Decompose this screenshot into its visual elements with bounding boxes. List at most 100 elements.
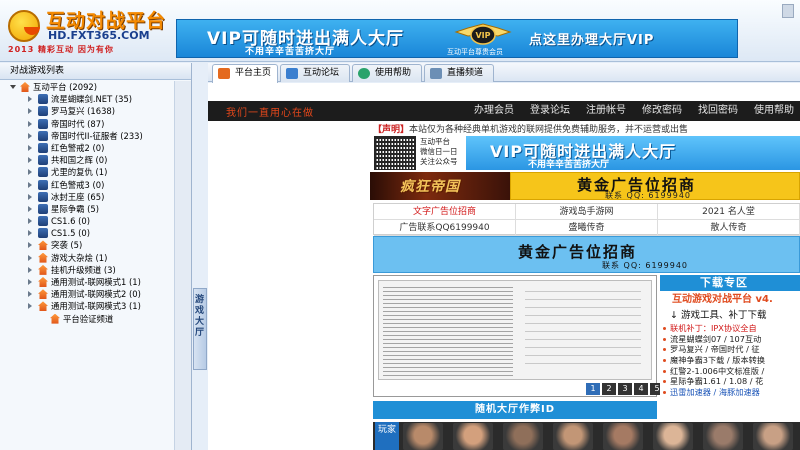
text-ad-link[interactable]: 文字广告位招商 [374,204,516,220]
expand-arrow-right-icon[interactable] [28,218,32,225]
gold-ad-banner-2[interactable]: 黄金广告位招商 联系 QQ: 6199940 [373,236,800,273]
download-link[interactable]: 红警2-1.006中文标准版 / [660,366,800,377]
tree-item-label: 帝国时代 (87) [51,118,105,129]
game-ad-title: 疯狂帝国 [400,179,460,195]
player-avatar[interactable] [653,423,693,450]
tree-item[interactable]: 红色警戒3 (0) [0,179,174,191]
game-lobby-collapse-tab[interactable]: 游戏大厅 [193,288,207,370]
expand-arrow-right-icon[interactable] [28,120,32,127]
tree-item[interactable]: 星际争霸 (5) [0,203,174,215]
expand-arrow-right-icon[interactable] [28,108,32,115]
tree-item[interactable]: 互动平台 (2092) [0,81,174,93]
nav-link[interactable]: 登录论坛 [530,101,570,121]
expand-arrow-right-icon[interactable] [28,193,32,200]
download-link[interactable]: 迅雷加速器 / 海豚加速器 [660,387,800,398]
player-avatar[interactable] [603,423,643,450]
game-icon [38,203,48,214]
expand-arrow-right-icon[interactable] [28,132,32,139]
app-logo[interactable]: 互动对战平台 HD.FXT365.COM 2013 精彩互动 因为有你 [4,4,172,58]
slideshow-page-button[interactable]: 3 [618,383,632,395]
tab-home[interactable]: 平台主页 [212,64,278,83]
slideshow-caption[interactable]: 随机大厅作弊ID [373,401,657,419]
tree-item[interactable]: 平台验证频道 [0,313,174,325]
window-control-button[interactable] [782,4,794,18]
text-ad-link[interactable]: 广告联系QQ6199940 [374,220,516,236]
tab-help[interactable]: 使用帮助 [352,64,422,82]
nav-link[interactable]: 办理会员 [474,101,514,121]
nav-link[interactable]: 注册帐号 [586,101,626,121]
slideshow-page-button[interactable]: 1 [586,383,600,395]
game-icon [38,228,48,239]
expand-arrow-down-icon[interactable] [10,85,16,89]
tree-item[interactable]: 冰封王座 (65) [0,191,174,203]
screenshot-slideshow[interactable]: 12345 [373,275,664,397]
text-ad-link[interactable]: 盛曦传奇 [516,220,658,236]
gold-ad-banner[interactable]: 黄金广告位招商 联系 QQ: 6199940 [510,172,800,200]
player-avatar[interactable] [553,423,593,450]
expand-arrow-right-icon[interactable] [28,279,32,285]
tree-item[interactable]: 罗马复兴 (1638) [0,105,174,117]
tree-item[interactable]: 帝国时代II-征服者 (233) [0,130,174,142]
game-icon [38,167,48,178]
expand-arrow-right-icon[interactable] [28,181,32,188]
game-list-panel: 对战游戏列表 互动平台 (2092) 流星蝴蝶剑.NET (35) 罗马复兴 (16… [0,63,192,450]
tree-item[interactable]: 共和国之辉 (0) [0,154,174,166]
download-link[interactable]: 魔神争霸3下载 / 版本转换 [660,355,800,366]
expand-arrow-right-icon[interactable] [28,144,32,151]
nav-link[interactable]: 修改密码 [642,101,682,121]
app-window: 互动对战平台 HD.FXT365.COM 2013 精彩互动 因为有你 VIP可… [0,0,800,450]
text-ad-link[interactable]: 散人传奇 [658,220,800,236]
tree-item[interactable]: 帝国时代 (87) [0,118,174,130]
tree-item-label: 尤里的复仇 (1) [51,167,108,178]
tree-item[interactable]: 通用测试-联网模式2 (0) [0,288,174,300]
download-link[interactable]: 联机补丁：IPX协议全自 [660,323,800,334]
game-list-title: 对战游戏列表 [0,63,191,80]
expand-arrow-right-icon[interactable] [28,169,32,176]
game-icon [38,130,48,141]
download-link[interactable]: 流星蝴蝶剑07 / 107互动 [660,334,800,345]
tree-item[interactable]: 通用测试-联网模式1 (1) [0,276,174,288]
text-ad-link[interactable]: 游戏岛手游网 [516,204,658,220]
tab-live[interactable]: 直播频道 [424,64,494,82]
tree-item[interactable]: 突袭 (5) [0,239,174,251]
tree-item-label: 突袭 (5) [51,240,83,251]
text-ad-link[interactable]: 2021 名人堂 [658,204,800,220]
tab-forum[interactable]: 互动论坛 [280,64,350,82]
vip-banner[interactable]: VIP可随时进出满人大厅 不用辛辛苦苦挤大厅 [466,136,800,170]
tree-item[interactable]: 流星蝴蝶剑.NET (35) [0,93,174,105]
expand-arrow-right-icon[interactable] [28,291,32,298]
expand-arrow-right-icon[interactable] [28,303,32,310]
player-avatar[interactable] [453,423,493,450]
site-navbar: 我们一直用心在做 办理会员 登录论坛 注册帐号 修改密码 找回密码 使用帮助 [208,101,800,121]
expand-arrow-right-icon[interactable] [28,266,32,273]
tree-item[interactable]: 游戏大杂烩 (1) [0,252,174,264]
slideshow-page-button[interactable]: 2 [602,383,616,395]
expand-arrow-right-icon[interactable] [28,205,32,212]
text-ad-grid: 文字广告位招商 游戏岛手游网 2021 名人堂广告联系QQ6199940 盛曦传奇 散人… [373,203,800,236]
tree-item[interactable]: 挂机升级频道 (3) [0,264,174,276]
tree-item[interactable]: 尤里的复仇 (1) [0,166,174,178]
expand-arrow-right-icon[interactable] [28,157,32,164]
game-ad-banner[interactable]: 疯狂帝国 [370,172,510,200]
tree-item[interactable]: 通用测试-联网模式3 (1) [0,300,174,312]
download-link[interactable]: 星际争霸1.61 / 1.08 / 花 [660,376,800,387]
tree-item[interactable]: CS1.5 (0) [0,227,174,239]
nav-link[interactable]: 找回密码 [698,101,738,121]
expand-arrow-right-icon[interactable] [28,254,32,261]
player-avatar[interactable] [703,423,743,450]
vip-banner-top[interactable]: VIP可随时进出满人大厅 不用辛辛苦苦挤大厅 VIP 互动平台尊贵会员 点这里办… [176,19,738,58]
expand-arrow-right-icon[interactable] [28,230,32,237]
tree-item[interactable]: 红色警戒2 (0) [0,142,174,154]
nav-link[interactable]: 使用帮助 [754,101,794,121]
player-avatar[interactable] [753,423,793,450]
tree-scrollbar[interactable] [174,81,191,450]
slideshow-page-button[interactable]: 4 [634,383,648,395]
download-title-link[interactable]: 互动游戏对战平台 v4. [660,291,800,309]
expand-arrow-right-icon[interactable] [28,96,32,103]
player-avatar[interactable] [503,423,543,450]
expand-arrow-right-icon[interactable] [28,242,32,249]
player-avatar[interactable] [403,423,443,450]
tree-item[interactable]: CS1.6 (0) [0,215,174,227]
download-link[interactable]: 罗马复兴 / 帝国时代 / 征 [660,344,800,355]
wechat-qr-block[interactable]: 互动平台 微信日一日 关注公众号 [374,136,464,170]
